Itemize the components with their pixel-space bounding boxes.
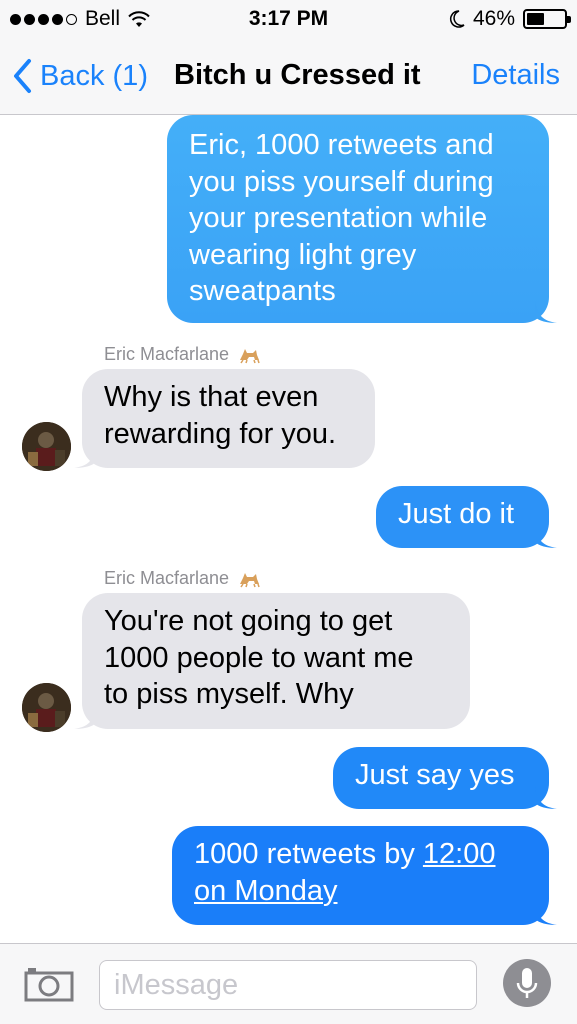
back-label: Back (1): [40, 59, 148, 92]
battery-icon: [523, 9, 571, 29]
status-bar: Bell 3:17 PM 46%: [0, 0, 577, 38]
avatar-image: [22, 683, 71, 732]
conversation-title: Bitch u Cressed it: [174, 59, 421, 91]
message-line: Just do it: [398, 498, 515, 530]
sender-name: Eric Macfarlane: [104, 568, 261, 589]
avatar-image: [22, 422, 71, 471]
bubble-tail: [535, 903, 557, 925]
message-text: 1000 retweets by: [194, 838, 423, 870]
message-line: 1000 retweets by 12:00: [194, 836, 527, 873]
message-input[interactable]: [99, 960, 477, 1010]
bubble-tail: [535, 526, 557, 548]
message-line: wearing light grey: [189, 238, 417, 271]
message-bubble-sent[interactable]: Just do it: [376, 486, 557, 548]
moon-icon: [449, 10, 465, 28]
sender-name-text: Eric Macfarlane: [104, 568, 230, 588]
battery-tip: [567, 16, 571, 23]
message-line: rewarding for you.: [104, 417, 337, 450]
message-line: sweatpants: [189, 275, 336, 307]
message-line: Eric, 1000 retweets and: [189, 129, 494, 161]
microphone-icon: [516, 968, 538, 998]
message-bubble-sent[interactable]: Just say yes: [333, 747, 557, 809]
details-button[interactable]: Details: [471, 59, 560, 92]
battery-percent: 46%: [472, 7, 515, 30]
message-line: 1000 people to want me: [104, 641, 414, 674]
time-link[interactable]: 12:00: [423, 838, 496, 870]
cat-icon: [240, 348, 260, 363]
nav-bar: Back (1) Bitch u Cressed it Details: [0, 38, 577, 115]
bubble-tail: [535, 301, 557, 323]
sender-name-text: Eric Macfarlane: [104, 344, 230, 364]
sender-name: Eric Macfarlane: [104, 344, 261, 365]
microphone-button[interactable]: [503, 959, 551, 1007]
status-right: 46%: [449, 7, 571, 31]
back-button[interactable]: Back (1): [12, 58, 148, 94]
message-line: you piss yourself during: [189, 165, 494, 198]
avatar[interactable]: [22, 422, 71, 471]
message-line: You're not going to get: [104, 605, 393, 637]
conversation[interactable]: Eric, 1000 retweets and you piss yoursel…: [0, 115, 577, 943]
message-line: your presentation while: [189, 202, 488, 234]
battery-fill: [527, 13, 544, 25]
message-bubble-received[interactable]: You're not going to get 1000 people to w…: [74, 593, 470, 729]
bubble-tail: [74, 446, 96, 468]
message-line: on Monday: [194, 873, 527, 910]
message-bubble-sent[interactable]: Eric, 1000 retweets and you piss yoursel…: [167, 115, 557, 323]
bubble-tail: [74, 707, 96, 729]
chevron-left-icon: [14, 59, 31, 93]
date-link[interactable]: on Monday: [194, 875, 338, 907]
message-line: Just say yes: [355, 759, 515, 791]
camera-button[interactable]: [24, 966, 74, 1007]
message-bubble-received[interactable]: Why is that even rewarding for you.: [74, 369, 375, 468]
message-line: to piss myself. Why: [104, 678, 354, 710]
cat-icon: [240, 572, 260, 587]
message-line: Why is that even: [104, 381, 319, 413]
camera-icon: [24, 968, 74, 1002]
message-bubble-sent[interactable]: 1000 retweets by 12:00 on Monday: [172, 826, 557, 925]
bubble-tail: [535, 787, 557, 809]
input-bar: [0, 943, 577, 1024]
avatar[interactable]: [22, 683, 71, 732]
